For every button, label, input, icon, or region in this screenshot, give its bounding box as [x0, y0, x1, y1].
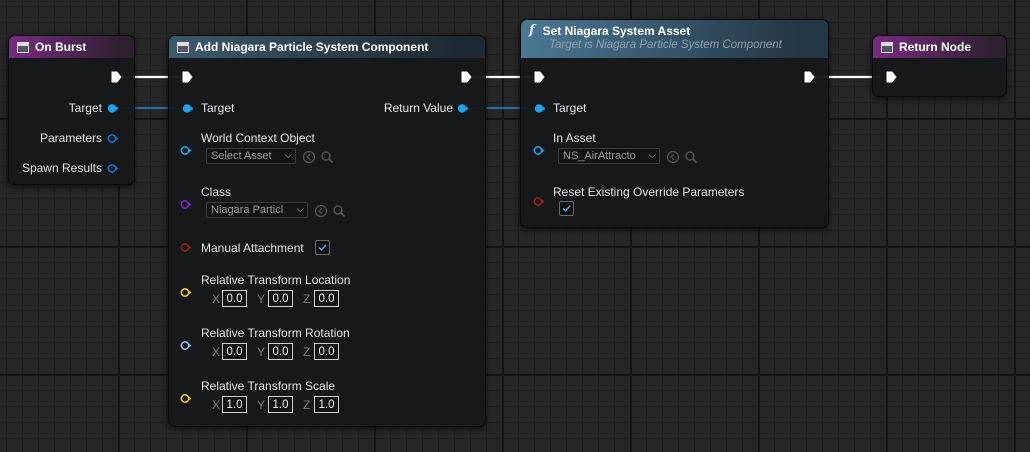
checkmark-icon — [316, 241, 329, 254]
node-title: Return Node — [899, 40, 971, 54]
node-title: On Burst — [35, 40, 87, 54]
target-pin-label: Target — [68, 101, 102, 115]
browse-icon[interactable] — [314, 204, 328, 218]
node-header[interactable]: f Set Niagara System Asset Target is Nia… — [521, 20, 828, 58]
location-pin[interactable] — [180, 287, 192, 298]
reset-overrides-label: Reset Existing Override Parameters — [553, 185, 745, 199]
scale-x-field[interactable]: 1.0 — [222, 396, 247, 413]
node-title: Set Niagara System Asset — [542, 23, 691, 38]
location-z-field[interactable]: 0.0 — [314, 290, 339, 307]
dropdown-value: Select Asset — [211, 150, 272, 162]
z-axis-label: Z — [303, 292, 311, 306]
world-context-label: World Context Object — [201, 131, 315, 145]
class-pin[interactable] — [180, 199, 192, 210]
exec-out-pin[interactable] — [111, 71, 122, 83]
exec-out-pin[interactable] — [461, 71, 472, 83]
set-niagara-system-asset-node[interactable]: f Set Niagara System Asset Target is Nia… — [520, 19, 829, 228]
exec-in-pin[interactable] — [886, 71, 897, 83]
x-axis-label: X — [212, 398, 221, 412]
target-pin[interactable] — [182, 103, 194, 114]
world-context-pin[interactable] — [180, 145, 192, 156]
z-axis-label: Z — [303, 398, 311, 412]
browse-icon[interactable] — [666, 150, 680, 164]
search-icon[interactable] — [684, 150, 698, 164]
manual-attachment-checkbox[interactable] — [315, 240, 330, 255]
spawn-results-pin-label: Spawn Results — [21, 161, 102, 175]
in-asset-pin[interactable] — [533, 145, 545, 156]
manual-attachment-pin[interactable] — [180, 242, 192, 253]
target-pin-label: Target — [201, 101, 235, 115]
browse-icon[interactable] — [302, 150, 316, 164]
target-pin-label: Target — [553, 101, 587, 115]
y-axis-label: Y — [257, 398, 266, 412]
exec-out-pin[interactable] — [804, 71, 815, 83]
reset-overrides-checkbox[interactable] — [559, 201, 574, 216]
scale-label: Relative Transform Scale — [201, 379, 336, 393]
return-node[interactable]: Return Node — [872, 35, 1007, 97]
location-label: Relative Transform Location — [201, 273, 351, 287]
return-value-pin[interactable] — [457, 103, 469, 114]
node-header[interactable]: Return Node — [873, 36, 1006, 58]
y-axis-label: Y — [257, 292, 266, 306]
world-context-asset-dropdown[interactable]: Select Asset ⌵ — [206, 148, 296, 164]
x-axis-label: X — [212, 292, 221, 306]
scale-pin[interactable] — [180, 393, 192, 404]
y-axis-label: Y — [257, 345, 266, 359]
node-subtitle: Target is Niagara Particle System Compon… — [549, 39, 782, 51]
manual-attachment-label: Manual Attachment — [201, 241, 304, 255]
return-value-pin-label: Return Value — [383, 101, 453, 115]
chevron-down-icon: ⌵ — [284, 150, 292, 161]
node-header[interactable]: Add Niagara Particle System Component — [169, 36, 485, 58]
spawn-results-pin[interactable] — [107, 163, 119, 174]
chevron-down-icon: ⌵ — [296, 204, 304, 215]
dropdown-value: Niagara Particl — [211, 204, 284, 216]
class-label: Class — [201, 185, 232, 199]
node-header[interactable]: On Burst — [9, 36, 134, 58]
rotation-y-field[interactable]: 0.0 — [268, 343, 293, 360]
z-axis-label: Z — [303, 345, 311, 359]
location-y-field[interactable]: 0.0 — [268, 290, 293, 307]
exec-in-pin[interactable] — [534, 71, 545, 83]
exec-in-pin[interactable] — [182, 71, 193, 83]
x-axis-label: X — [212, 345, 221, 359]
in-asset-dropdown[interactable]: NS_AirAttracto ⌵ — [558, 148, 660, 164]
function-icon: f — [529, 23, 535, 38]
parameters-pin[interactable] — [107, 133, 119, 144]
rotation-x-field[interactable]: 0.0 — [222, 343, 247, 360]
component-node-icon — [177, 41, 189, 53]
rotation-label: Relative Transform Rotation — [201, 326, 350, 340]
scale-y-field[interactable]: 1.0 — [268, 396, 293, 413]
dropdown-value: NS_AirAttracto — [563, 150, 636, 162]
parameters-pin-label: Parameters — [39, 131, 102, 145]
class-dropdown[interactable]: Niagara Particl ⌵ — [206, 202, 308, 218]
event-node-icon — [17, 41, 29, 53]
scale-z-field[interactable]: 1.0 — [314, 396, 339, 413]
target-pin[interactable] — [107, 103, 119, 114]
search-icon[interactable] — [332, 204, 346, 218]
node-title: Add Niagara Particle System Component — [195, 40, 429, 54]
add-niagara-component-node[interactable]: Add Niagara Particle System Component Ta… — [168, 35, 486, 427]
rotation-pin[interactable] — [180, 340, 192, 351]
search-icon[interactable] — [320, 150, 334, 164]
chevron-down-icon: ⌵ — [648, 150, 656, 161]
return-node-icon — [881, 41, 893, 53]
in-asset-label: In Asset — [553, 131, 596, 145]
on-burst-node[interactable]: On Burst Target Parameters Spawn Results — [8, 35, 135, 185]
checkmark-icon — [560, 202, 573, 215]
rotation-z-field[interactable]: 0.0 — [314, 343, 339, 360]
target-pin[interactable] — [534, 103, 546, 114]
location-x-field[interactable]: 0.0 — [222, 290, 247, 307]
reset-overrides-pin[interactable] — [533, 196, 545, 207]
